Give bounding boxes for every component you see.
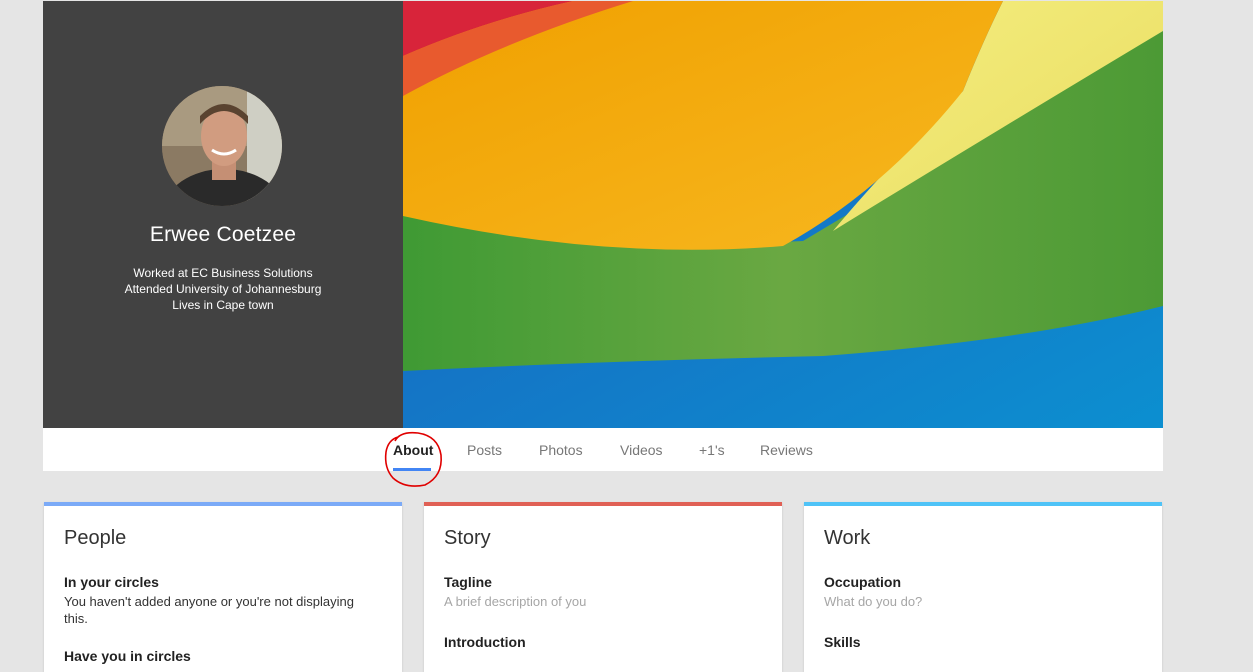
field-label: Have you in circles [64,648,191,664]
card-title: Story [444,527,491,549]
tab-photos[interactable]: Photos [539,428,583,471]
field-label: Skills [824,634,861,650]
profile-tabs: About Posts Photos Videos +1's Reviews [43,428,1163,471]
card-title: People [64,527,127,549]
avatar[interactable] [162,86,282,206]
field-label: Introduction [444,634,526,650]
field-label: Occupation [824,574,902,590]
active-tab-indicator [393,468,431,471]
occupation-field[interactable]: Occupation What do you do? [824,574,1124,610]
tagline-field[interactable]: Tagline A brief description of you [444,574,744,610]
card-title: Work [824,527,871,549]
profile-panel: Erwee Coetzee Worked at EC Business Solu… [43,1,403,428]
tagline-placeholder[interactable]: A brief description of you [444,593,744,610]
tab-about[interactable]: About [393,428,433,471]
field-label: Tagline [444,574,492,590]
tab-plus-ones[interactable]: +1's [699,428,725,471]
profile-details: Worked at EC Business Solutions Attended… [43,265,403,313]
work-card: Work Occupation What do you do? Skills [804,502,1162,672]
card-accent-stripe [424,502,782,506]
tab-reviews[interactable]: Reviews [760,428,813,471]
tab-posts[interactable]: Posts [467,428,502,471]
profile-header: Erwee Coetzee Worked at EC Business Solu… [43,1,1163,428]
card-accent-stripe [804,502,1162,506]
cover-photo[interactable] [403,1,1163,428]
field-label: In your circles [64,574,159,590]
card-accent-stripe [44,502,402,506]
people-card: People In your circles You haven't added… [44,502,402,672]
profile-location: Lives in Cape town [172,298,274,312]
profile-name: Erwee Coetzee [149,223,297,246]
in-your-circles-field: In your circles You haven't added anyone… [64,574,364,627]
have-you-in-circles-field: Have you in circles [64,648,364,664]
field-value: You haven't added anyone or you're not d… [64,594,354,626]
profile-education: Attended University of Johannesburg [124,282,322,296]
story-card: Story Tagline A brief description of you… [424,502,782,672]
occupation-placeholder[interactable]: What do you do? [824,593,1124,610]
tab-videos[interactable]: Videos [620,428,663,471]
skills-field[interactable]: Skills [824,634,1124,650]
introduction-field[interactable]: Introduction [444,634,744,650]
profile-work: Worked at EC Business Solutions [133,266,313,280]
